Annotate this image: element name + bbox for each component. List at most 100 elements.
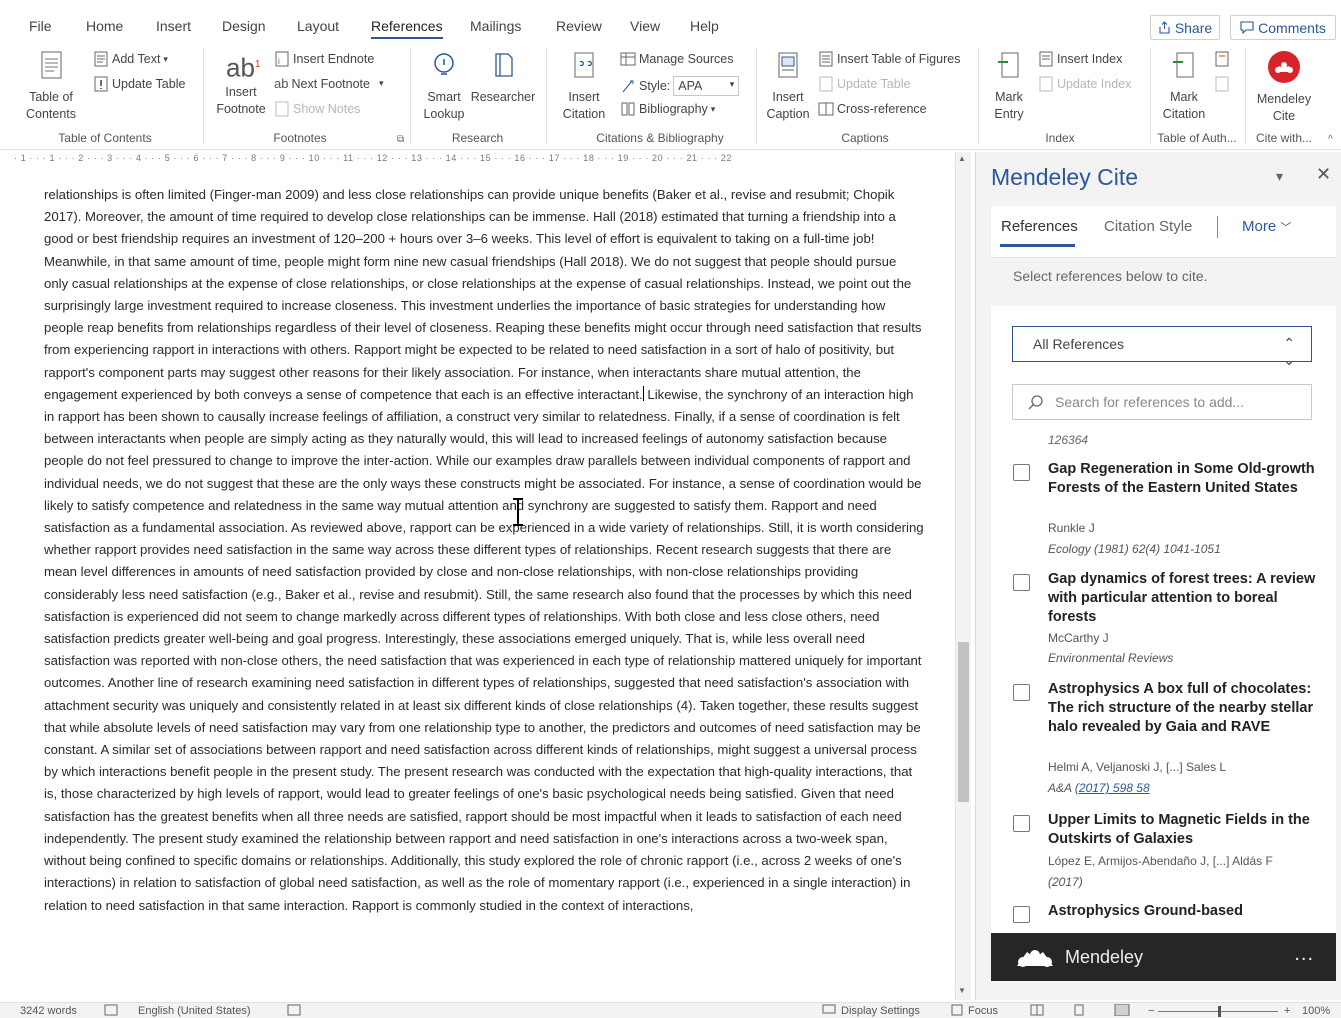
document-body[interactable]: relationships is often limited (Finger-m… — [44, 184, 924, 917]
document-scrollbar[interactable]: ▲ ▼ — [955, 152, 971, 1000]
list-item[interactable]: Upper Limits to Magnetic Fields in the O… — [991, 811, 1336, 896]
zoom-out-icon[interactable]: − — [1148, 1005, 1154, 1017]
next-footnote-label: Next Footnote — [291, 76, 370, 91]
more-options-icon[interactable]: ... — [1294, 943, 1314, 966]
table-of-contents-button[interactable]: Table of Contents — [20, 50, 82, 123]
table-of-figures-icon — [819, 51, 833, 67]
pane-options-icon[interactable]: ▾ — [1276, 168, 1283, 185]
researcher-icon — [495, 53, 513, 77]
mark-entry-label: Mark Entry — [994, 90, 1024, 121]
style-selector[interactable]: Style: APA ▾ — [620, 76, 740, 96]
style-dropdown[interactable]: APA ▾ — [673, 76, 740, 96]
add-text-button[interactable]: Add Text ▾ — [93, 51, 168, 67]
reference-authors: Helmi A, Veljanoski J, [...] Sales L — [1048, 760, 1227, 774]
print-layout-icon[interactable] — [1072, 1004, 1086, 1016]
mendeley-cite-button[interactable]: Mendeley Cite — [1250, 50, 1318, 125]
reference-title: Gap Regeneration in Some Old-growth Fore… — [1048, 461, 1315, 496]
insert-footnote-button[interactable]: ab1 Insert Footnote — [212, 50, 270, 118]
reference-checkbox[interactable] — [1013, 464, 1030, 481]
update-table-button[interactable]: Update Table — [93, 76, 185, 92]
mark-entry-button[interactable]: Mark Entry — [985, 50, 1033, 123]
zoom-level[interactable]: 100% — [1302, 1005, 1330, 1017]
bibliography-button[interactable]: Bibliography ▾ — [620, 101, 715, 117]
insert-endnote-button[interactable]: i Insert Endnote — [274, 51, 374, 67]
collapse-ribbon-icon[interactable]: ^ — [1328, 134, 1333, 145]
tab-references-pane[interactable]: References — [1001, 218, 1078, 235]
update-index-button[interactable]: Update Index — [1038, 76, 1131, 92]
pane-title: Mendeley Cite — [991, 164, 1139, 190]
focus-mode[interactable]: Focus — [968, 1005, 998, 1017]
tab-design[interactable]: Design — [222, 18, 266, 34]
document-canvas[interactable]: relationships is often limited (Finger-m… — [0, 166, 955, 1002]
tab-citation-style[interactable]: Citation Style — [1104, 218, 1192, 235]
zoom-slider-thumb[interactable] — [1218, 1006, 1221, 1017]
menu-bar: File Home Insert Design Layout Reference… — [0, 0, 1341, 42]
chevron-down-icon: ▾ — [729, 79, 735, 89]
web-layout-icon[interactable] — [1114, 1004, 1130, 1016]
svg-text:i: i — [278, 57, 280, 66]
reference-checkbox[interactable] — [1013, 574, 1030, 591]
reference-title: Gap dynamics of forest trees: A review w… — [1048, 571, 1316, 625]
tab-help[interactable]: Help — [690, 18, 719, 34]
dialog-launcher-icon[interactable]: ⧉ — [397, 134, 404, 145]
reference-filter-select[interactable]: All References ⌃ ⌄ — [1012, 326, 1312, 368]
tab-insert[interactable]: Insert — [156, 18, 191, 34]
insert-caption-button[interactable]: Insert Caption — [762, 50, 814, 123]
share-icon — [1159, 21, 1170, 34]
group-separator — [546, 48, 547, 144]
close-icon[interactable]: ✕ — [1316, 164, 1331, 185]
proofing-icon[interactable] — [104, 1004, 118, 1016]
comments-button[interactable]: Comments — [1230, 15, 1336, 40]
tab-file[interactable]: File — [29, 18, 52, 34]
zoom-in-icon[interactable]: + — [1284, 1005, 1290, 1017]
status-bar: 3242 words English (United States) Displ… — [0, 1002, 1341, 1018]
list-item[interactable]: Gap Regeneration in Some Old-growth Fore… — [991, 460, 1336, 566]
manage-sources-button[interactable]: Manage Sources — [620, 51, 734, 67]
tab-references[interactable]: References — [371, 18, 443, 39]
scrollbar-thumb[interactable] — [958, 642, 969, 802]
tab-mailings[interactable]: Mailings — [470, 18, 521, 34]
update-table-of-authorities-icon[interactable] — [1214, 76, 1230, 92]
insert-index-button[interactable]: Insert Index — [1038, 51, 1122, 67]
reference-title: Astrophysics A box full of chocolates: T… — [1048, 681, 1314, 735]
tab-layout[interactable]: Layout — [297, 18, 339, 34]
group-label-index: Index — [1045, 131, 1075, 145]
word-count[interactable]: 3242 words — [20, 1005, 77, 1017]
list-item[interactable]: Astrophysics Ground-based — [991, 902, 1336, 926]
insert-citation-button[interactable]: Insert Citation — [553, 50, 615, 123]
accessibility-icon[interactable] — [287, 1004, 301, 1016]
insert-index-label: Insert Index — [1057, 52, 1123, 66]
reference-search-input[interactable]: Search for references to add... — [1012, 384, 1312, 420]
tab-view[interactable]: View — [630, 18, 660, 34]
show-notes-label: Show Notes — [293, 102, 361, 116]
smart-lookup-button[interactable]: Smart Lookup — [418, 50, 470, 123]
next-footnote-button[interactable]: ab Next Footnote ▾ — [274, 76, 384, 91]
tab-more[interactable]: More ﹀ — [1242, 218, 1291, 235]
scroll-down-icon[interactable]: ▼ — [958, 986, 966, 995]
tab-home[interactable]: Home — [86, 18, 123, 34]
updown-chevron-icon: ⌃ ⌄ — [1283, 335, 1295, 368]
display-settings[interactable]: Display Settings — [841, 1005, 920, 1017]
search-icon — [1028, 395, 1043, 410]
list-item[interactable]: Gap dynamics of forest trees: A review w… — [991, 570, 1336, 670]
reference-checkbox[interactable] — [1013, 815, 1030, 832]
show-notes-button[interactable]: Show Notes — [274, 101, 360, 117]
insert-table-of-authorities-icon[interactable] — [1214, 51, 1230, 67]
tab-review[interactable]: Review — [556, 18, 602, 34]
mark-citation-button[interactable]: Mark Citation — [1155, 50, 1213, 123]
researcher-button[interactable]: Researcher — [468, 50, 538, 106]
reference-title: Astrophysics Ground-based — [1048, 903, 1243, 919]
style-icon — [622, 80, 634, 93]
update-table-figures-button[interactable]: Update Table — [818, 76, 910, 92]
select-hint: Select references below to cite. — [1013, 268, 1208, 284]
list-item[interactable]: Astrophysics A box full of chocolates: T… — [991, 680, 1336, 805]
read-mode-icon[interactable] — [1030, 1004, 1044, 1016]
reference-checkbox[interactable] — [1013, 684, 1030, 701]
scroll-up-icon[interactable]: ▲ — [958, 154, 966, 163]
reference-checkbox[interactable] — [1013, 906, 1030, 923]
cross-reference-button[interactable]: Cross-reference — [818, 101, 927, 117]
insert-table-of-figures-button[interactable]: Insert Table of Figures — [818, 51, 960, 67]
language[interactable]: English (United States) — [138, 1005, 251, 1017]
reference-link[interactable]: (2017) 598 58 — [1075, 781, 1150, 795]
share-button[interactable]: Share — [1150, 15, 1220, 40]
